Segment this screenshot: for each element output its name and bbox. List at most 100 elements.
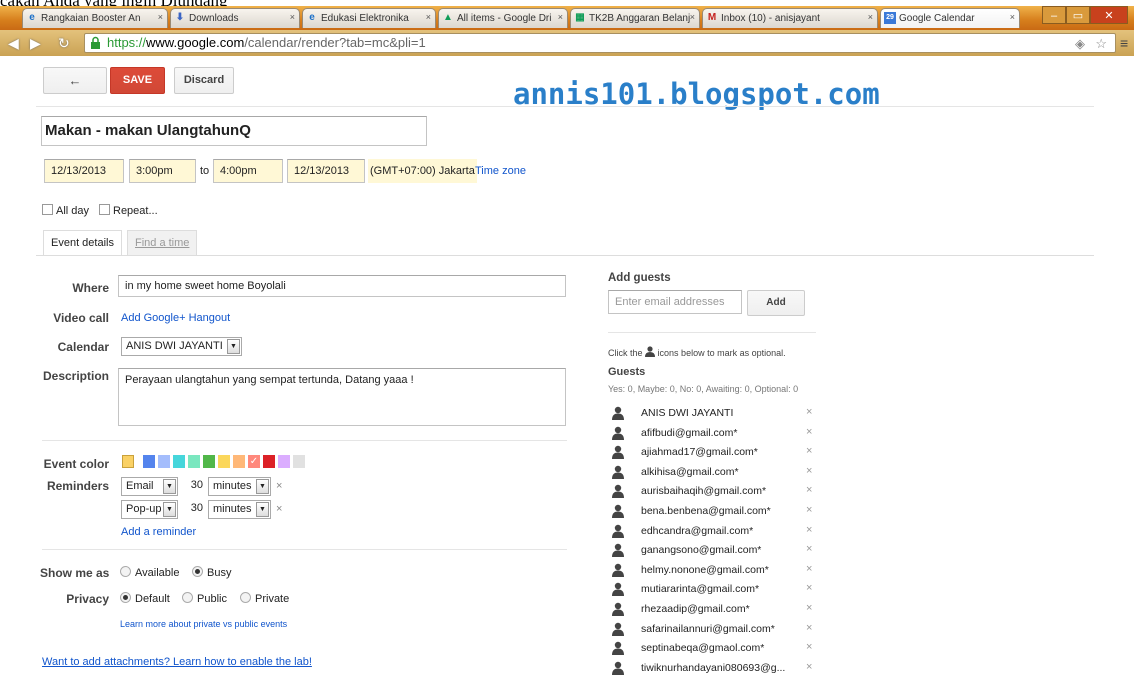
remove-guest-icon[interactable]: × — [806, 602, 812, 614]
event-color-swatch[interactable] — [158, 455, 170, 468]
person-icon[interactable] — [612, 563, 624, 577]
person-icon[interactable] — [612, 504, 624, 518]
discard-button[interactable]: Discard — [174, 67, 234, 94]
save-button[interactable]: SAVE — [110, 67, 165, 94]
event-color-swatch[interactable] — [122, 455, 134, 468]
remove-guest-icon[interactable]: × — [806, 622, 812, 634]
reminder-amount-input[interactable]: 30 — [183, 477, 207, 496]
tab-event-details[interactable]: Event details — [43, 230, 122, 255]
timezone-link[interactable]: Time zone — [475, 165, 526, 177]
all-day-checkbox[interactable] — [42, 204, 53, 215]
event-color-swatch[interactable] — [278, 455, 290, 468]
reload-icon[interactable]: ↻ — [58, 35, 70, 52]
remove-guest-icon[interactable]: × — [806, 406, 812, 418]
reminder-method-select[interactable]: Pop-up ▼ — [121, 500, 178, 519]
event-title-input[interactable]: Makan - makan UlangtahunQ — [41, 116, 427, 146]
person-icon[interactable] — [612, 641, 624, 656]
remove-guest-icon[interactable]: × — [806, 563, 812, 575]
address-bar[interactable]: https://www.google.com/calendar/render?t… — [84, 33, 1116, 53]
private-radio[interactable] — [240, 592, 251, 603]
remove-guest-icon[interactable]: × — [806, 524, 812, 536]
browser-tab[interactable]: e Edukasi Elektronika × — [302, 8, 436, 28]
browser-tab[interactable]: ▲ All items - Google Dri × — [438, 8, 568, 28]
reminder-amount-input[interactable]: 30 — [183, 500, 207, 519]
end-time-input[interactable]: 4:00pm — [213, 159, 283, 183]
close-icon[interactable]: × — [290, 12, 295, 22]
back-arrow-icon[interactable]: ◀ — [8, 35, 19, 52]
remove-guest-icon[interactable]: × — [806, 543, 812, 555]
person-icon[interactable] — [612, 406, 624, 420]
browser-tab[interactable]: ⬇ Downloads × — [170, 8, 300, 28]
remove-guest-icon[interactable]: × — [806, 465, 812, 477]
remove-guest-icon[interactable]: × — [806, 426, 812, 438]
maximize-button[interactable]: ▭ — [1066, 6, 1090, 24]
add-guest-button[interactable]: Add — [747, 290, 805, 316]
where-input[interactable]: in my home sweet home Boyolali — [118, 275, 566, 297]
reminder-method-select[interactable]: Email ▼ — [121, 477, 178, 496]
event-color-swatch[interactable] — [233, 455, 245, 468]
remove-guest-icon[interactable]: × — [806, 484, 812, 496]
remove-guest-icon[interactable]: × — [806, 504, 812, 516]
close-icon[interactable]: × — [426, 12, 431, 22]
person-icon[interactable] — [612, 582, 624, 597]
person-icon[interactable] — [612, 465, 624, 479]
person-icon[interactable] — [612, 543, 624, 558]
event-color-swatch[interactable] — [173, 455, 185, 468]
public-radio[interactable] — [182, 592, 193, 603]
reminder-unit-select[interactable]: minutes ▼ — [208, 500, 271, 519]
event-color-swatch[interactable] — [188, 455, 200, 468]
menu-icon[interactable]: ≡ — [1120, 35, 1128, 51]
privacy-default[interactable]: Default — [120, 592, 170, 605]
event-color-swatch[interactable] — [263, 455, 275, 468]
availability-available[interactable]: Available — [120, 566, 179, 579]
description-textarea[interactable]: Perayaan ulangtahun yang sempat tertunda… — [118, 368, 566, 426]
repeat-checkbox[interactable] — [99, 204, 110, 215]
window-close-button[interactable]: ✕ — [1090, 6, 1128, 24]
person-icon[interactable] — [612, 661, 624, 675]
remove-guest-icon[interactable]: × — [806, 661, 812, 673]
back-button[interactable]: ← — [43, 67, 107, 94]
browser-tab[interactable]: M Inbox (10) - anisjayant × — [702, 8, 878, 28]
close-icon[interactable]: × — [868, 12, 873, 22]
attachments-link[interactable]: Want to add attachments? Learn how to en… — [42, 656, 312, 668]
calendar-select[interactable]: ANIS DWI JAYANTI ▼ — [121, 337, 242, 356]
browser-tab[interactable]: ▦ TK2B Anggaran Belanj × — [570, 8, 700, 28]
event-color-swatch[interactable] — [137, 455, 141, 468]
event-color-swatch[interactable] — [293, 455, 305, 468]
forward-arrow-icon[interactable]: ▶ — [30, 35, 41, 52]
close-icon[interactable]: × — [1010, 12, 1015, 22]
close-icon[interactable]: × — [558, 12, 563, 22]
start-date-input[interactable]: 12/13/2013 — [44, 159, 124, 183]
event-color-swatch[interactable] — [218, 455, 230, 468]
event-color-swatch-selected[interactable]: ✓ — [248, 455, 260, 468]
remove-guest-icon[interactable]: × — [806, 582, 812, 594]
add-reminder-link[interactable]: Add a reminder — [121, 526, 196, 538]
busy-radio[interactable] — [192, 566, 203, 577]
remove-reminder-icon[interactable]: × — [276, 503, 282, 515]
person-icon[interactable] — [612, 426, 624, 440]
end-date-input[interactable]: 12/13/2013 — [287, 159, 365, 183]
privacy-public[interactable]: Public — [182, 592, 227, 605]
person-icon[interactable] — [612, 484, 624, 499]
bookmark-star-icon[interactable]: ☆ — [1095, 35, 1107, 53]
start-time-input[interactable]: 3:00pm — [129, 159, 196, 183]
browser-tab[interactable]: e Rangkaian Booster An × — [22, 8, 168, 28]
repeat-option[interactable]: Repeat... — [99, 204, 158, 217]
person-icon[interactable] — [612, 445, 624, 460]
person-icon[interactable] — [612, 622, 624, 636]
close-icon[interactable]: × — [690, 12, 695, 22]
event-color-swatch[interactable] — [203, 455, 215, 468]
tab-find-a-time[interactable]: Find a time — [127, 230, 198, 255]
browser-tab-active[interactable]: 29 Google Calendar × — [880, 8, 1020, 28]
reminder-unit-select[interactable]: minutes ▼ — [208, 477, 271, 496]
privacy-private[interactable]: Private — [240, 592, 289, 605]
remove-reminder-icon[interactable]: × — [276, 480, 282, 492]
default-radio[interactable] — [120, 592, 131, 603]
privacy-learn-more-link[interactable]: Learn more about private vs public event… — [120, 619, 287, 629]
person-icon[interactable] — [612, 524, 624, 538]
shield-icon[interactable]: ◈ — [1075, 35, 1085, 53]
minimize-button[interactable]: – — [1042, 6, 1066, 24]
add-hangout-link[interactable]: Add Google+ Hangout — [121, 312, 230, 324]
availability-busy[interactable]: Busy — [192, 566, 231, 579]
person-icon[interactable] — [612, 602, 624, 616]
